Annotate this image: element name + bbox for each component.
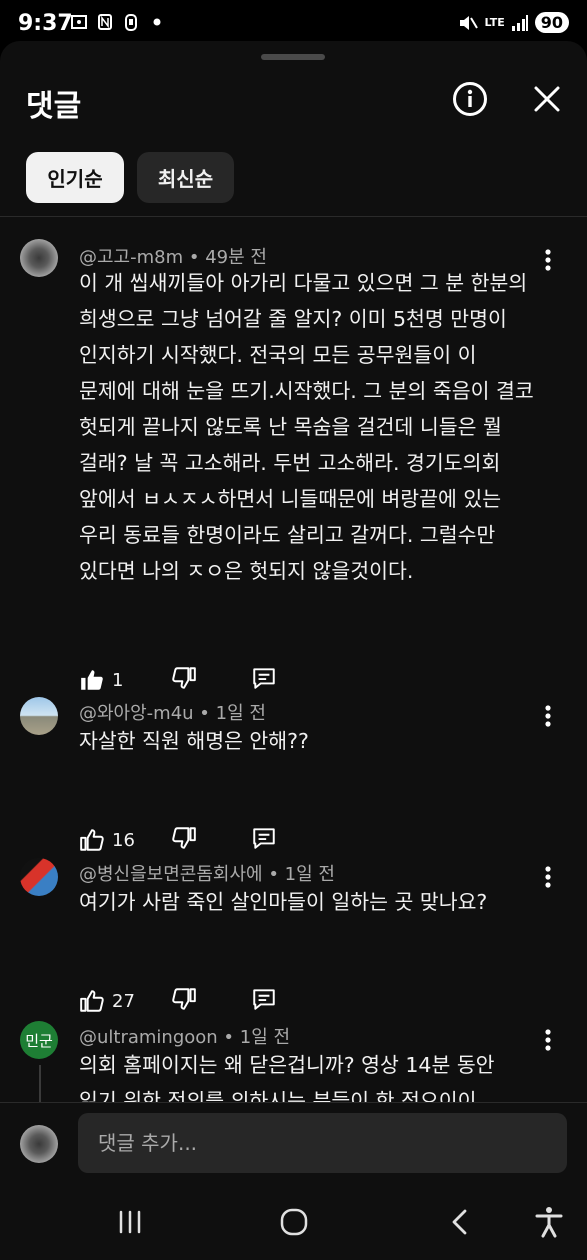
status-time: 9:37 [18,11,73,36]
page-title: 댓글 [26,89,82,124]
thumb-down-icon [172,988,196,1010]
avatar[interactable] [20,697,58,735]
app-notification-icon [125,14,137,31]
like-count: 16 [112,829,135,851]
comment-meta: @ultramingoon • 1일 전 [79,1027,291,1048]
like-button[interactable]: 16 [79,827,171,853]
comment-meta: @병신을보면콘돔회사에 • 1일 전 [79,864,335,885]
comment-input[interactable] [78,1113,567,1173]
reply-button[interactable] [251,825,277,855]
comment-time: 1일 전 [215,703,266,724]
dislike-button[interactable] [171,665,251,695]
thumb-up-icon [80,990,104,1012]
thumb-up-icon [80,829,104,851]
like-button[interactable]: 27 [79,988,171,1014]
user-avatar[interactable] [20,1125,58,1163]
mute-icon [459,15,478,30]
thumb-up-icon [81,670,103,690]
thumb-down-icon [172,827,196,849]
comment-text: 자살한 직원 해명은 안해?? [79,729,309,753]
comment-time: 1일 전 [239,1027,291,1048]
reply-button[interactable] [251,665,277,695]
like-count: 27 [112,990,135,1012]
back-icon[interactable] [442,1204,478,1240]
reply-button[interactable] [251,986,277,1016]
info-icon[interactable] [452,81,488,117]
comment-input-bar [0,1102,587,1187]
reply-icon [253,828,275,849]
network-label: LTE [484,16,505,29]
signal-icon [511,14,528,31]
comment-author[interactable]: @ultramingoon [79,1027,218,1048]
divider [0,216,587,217]
comment-actions: 16 [79,825,277,855]
close-icon[interactable] [531,83,563,115]
drag-handle[interactable] [261,54,325,60]
status-right: LTE 90 [457,12,569,33]
chip-popular[interactable]: 인기순 [26,152,124,203]
dot-icon [153,18,161,26]
chip-newest[interactable]: 최신순 [137,152,234,203]
menu-icon[interactable] [112,1204,148,1240]
like-button[interactable]: 1 [79,667,171,693]
avatar[interactable] [20,858,58,896]
avatar[interactable]: 민군 [20,1021,58,1059]
avatar[interactable] [20,239,58,277]
comment-text: 여기가 사람 죽인 살인마들이 일하는 곳 맞나요? [79,890,488,914]
comments-sheet: 댓글 인기순 최신순 @고고-m8m • 49분 전 이 개 씹새끼들아 아가리… [0,41,587,1260]
comment-author[interactable]: @와아앙-m4u [79,703,194,724]
battery-indicator: 90 [534,12,569,33]
comment-actions: 1 [79,665,277,695]
system-nav-bar [0,1186,587,1260]
dislike-button[interactable] [171,825,251,855]
comment-text: 이 개 씹새끼들아 아가리 다물고 있으면 그 분 한분의 희생으로 그냥 넘어… [79,271,534,583]
comment-time: 1일 전 [284,864,335,885]
thumb-down-icon [172,667,196,689]
screenshot-icon [71,15,87,29]
reply-icon [253,989,275,1010]
comment-author[interactable]: @병신을보면콘돔회사에 [79,864,263,885]
home-icon[interactable] [276,1204,312,1240]
notification-icons [70,12,166,32]
comment-actions: 27 [79,986,277,1016]
like-count: 1 [112,669,124,691]
dislike-button[interactable] [171,986,251,1016]
accessibility-icon[interactable] [531,1204,567,1240]
avatar-text: 민군 [25,1031,53,1050]
nfc-icon [98,14,112,30]
reply-icon [253,668,275,689]
comment-meta: @와아앙-m4u • 1일 전 [79,703,266,724]
